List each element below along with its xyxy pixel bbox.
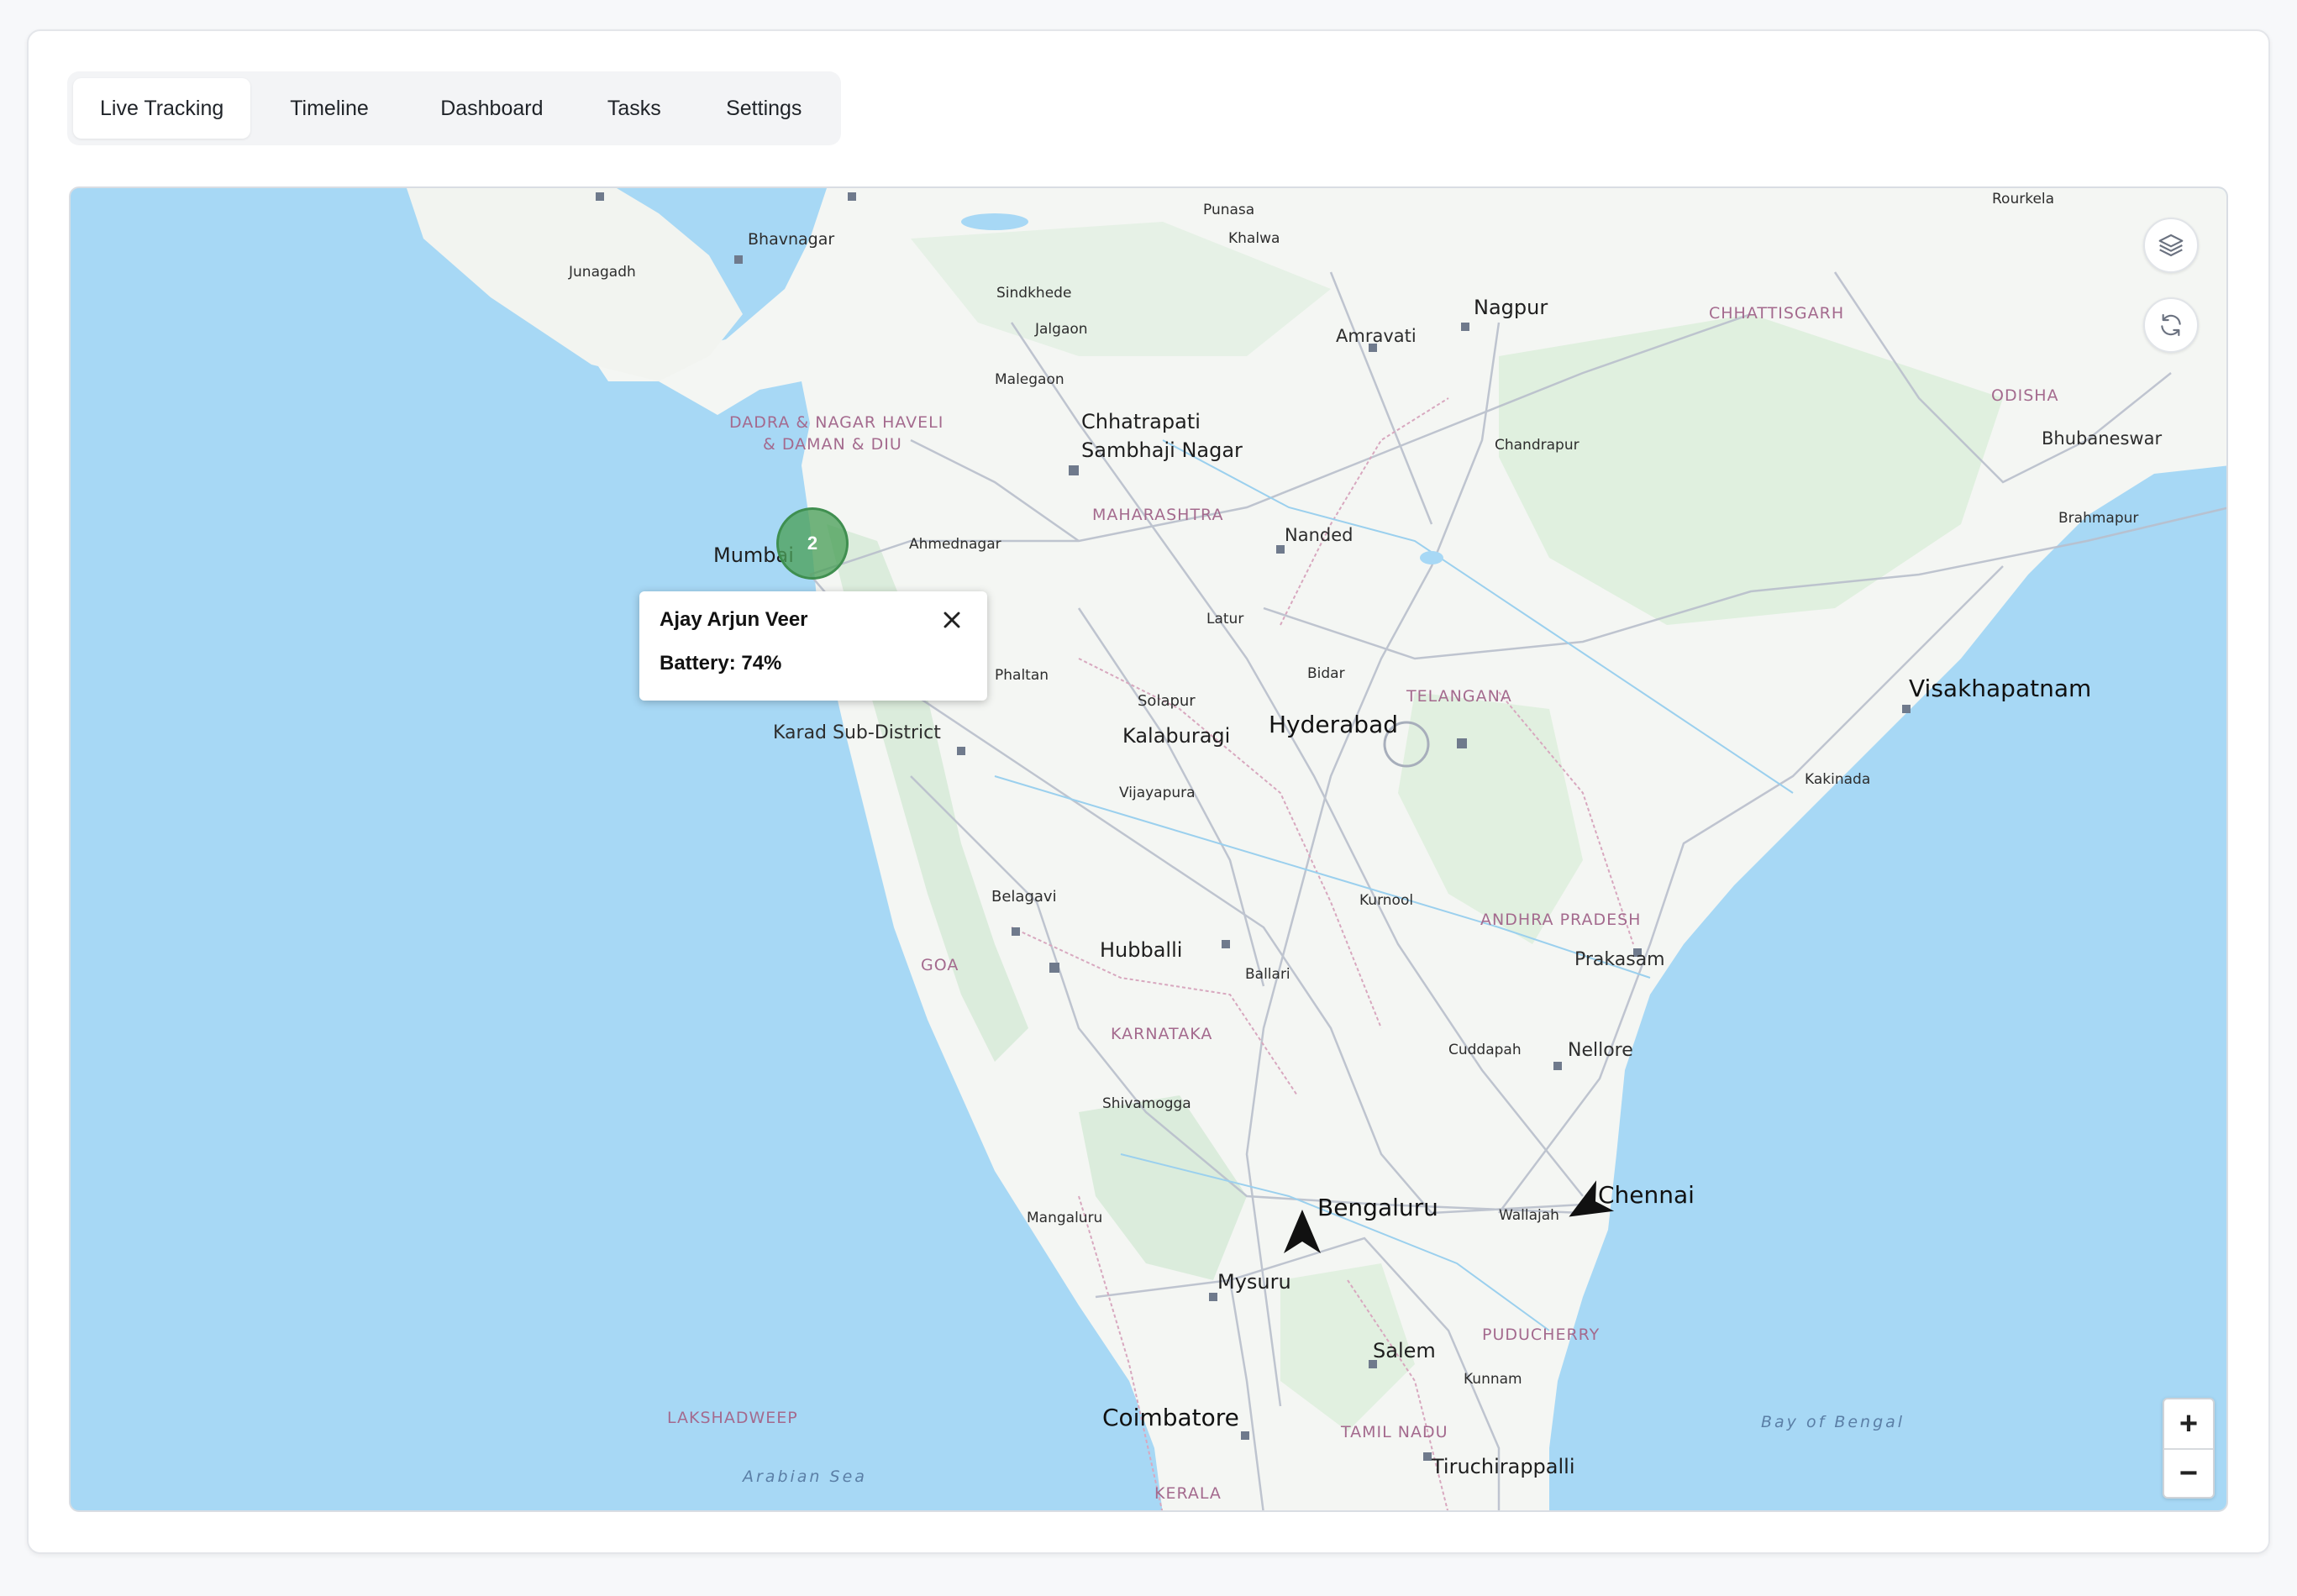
city-label: Latur	[1206, 611, 1244, 627]
city-label: Tiruchirappalli	[1432, 1455, 1575, 1478]
city-label: Visakhapatnam	[1909, 675, 2092, 702]
cluster-marker[interactable]: 2	[776, 507, 849, 580]
city-label: Ahmednagar	[909, 536, 1001, 553]
city-label: Kunnam	[1464, 1371, 1522, 1388]
city-label: Ballari	[1245, 966, 1290, 983]
city-label: Salem	[1373, 1339, 1436, 1362]
state-label: GOA	[921, 956, 959, 974]
gujarat-peninsula	[407, 188, 743, 381]
navigation-arrow-icon[interactable]	[1282, 1208, 1322, 1255]
city-label: Wallajah	[1499, 1207, 1559, 1224]
city-label: Prakasam	[1574, 949, 1665, 970]
city-label: Punasa	[1203, 202, 1255, 218]
zoom-out-button[interactable]: −	[2164, 1448, 2213, 1497]
map-basemap	[407, 188, 2226, 1510]
close-icon[interactable]	[938, 606, 965, 633]
city-label: Nagpur	[1474, 296, 1548, 319]
city-label: Coimbatore	[1102, 1404, 1239, 1431]
city-label: Rourkela	[1992, 191, 2055, 207]
city-label: Vijayapura	[1119, 785, 1196, 801]
city-label: Hyderabad	[1269, 711, 1398, 738]
state-label: TELANGANA	[1406, 687, 1512, 706]
popup-battery: Battery: 74%	[660, 652, 782, 675]
city-label: Hubballi	[1100, 938, 1183, 962]
tab-dashboard[interactable]: Dashboard	[408, 78, 576, 139]
city-label: Bhubaneswar	[2042, 428, 2163, 449]
city-label: Mangaluru	[1027, 1210, 1103, 1226]
tab-settings[interactable]: Settings	[693, 78, 835, 139]
lake	[961, 213, 1028, 230]
city-label: Shivamogga	[1102, 1095, 1191, 1112]
city-label: Karad Sub-District	[773, 722, 941, 743]
city-label: Khalwa	[1228, 230, 1280, 247]
employee-popup: Ajay Arjun Veer Battery: 74%	[639, 591, 987, 701]
city-label: Nellore	[1568, 1040, 1633, 1061]
city-label: Sindkhede	[996, 285, 1072, 302]
tab-tasks[interactable]: Tasks	[576, 78, 693, 139]
city-label: Solapur	[1138, 692, 1196, 710]
state-label: PUDUCHERRY	[1482, 1326, 1601, 1344]
state-label: ANDHRA PRADESH	[1480, 911, 1642, 929]
city-label: Amravati	[1336, 326, 1417, 346]
city-label: Cuddapah	[1448, 1042, 1522, 1058]
state-label: KARNATAKA	[1111, 1025, 1213, 1043]
city-label: Sambhaji Nagar	[1081, 438, 1243, 462]
city-label: Kakinada	[1805, 771, 1871, 788]
state-label: ODISHA	[1991, 386, 2059, 405]
refresh-button[interactable]	[2143, 297, 2199, 353]
lake	[1420, 551, 1443, 564]
state-label: MAHARASHTRA	[1092, 506, 1224, 524]
state-label: LAKSHADWEEP	[667, 1409, 798, 1427]
city-label: Bengaluru	[1317, 1194, 1438, 1221]
state-label: CHHATTISGARH	[1709, 304, 1845, 323]
layers-icon	[2158, 234, 2184, 257]
tab-timeline[interactable]: Timeline	[250, 78, 407, 139]
layers-button[interactable]	[2143, 218, 2199, 273]
city-label: Chennai	[1598, 1181, 1695, 1209]
city-label: Kurnool	[1359, 892, 1414, 909]
popup-employee-name: Ajay Arjun Veer	[660, 608, 808, 631]
city-label: Phaltan	[995, 667, 1049, 684]
city-label: Chhatrapati	[1081, 410, 1201, 433]
city-label: Chandrapur	[1495, 437, 1580, 454]
state-label: & DAMAN & DIU	[763, 435, 902, 454]
city-label: Jalgaon	[1035, 321, 1088, 338]
city-label: Junagadh	[569, 264, 636, 281]
zoom-control: + −	[2163, 1398, 2215, 1499]
city-label: Bidar	[1307, 665, 1345, 682]
sea-label: Bay of Bengal	[1761, 1413, 1905, 1431]
city-label: Mysuru	[1217, 1270, 1291, 1294]
map-canvas[interactable]: Bhavnagar Junagadh Punasa Khalwa Sindkhe…	[69, 186, 2228, 1512]
state-label: KERALA	[1154, 1484, 1222, 1503]
tab-bar: Live Tracking Timeline Dashboard Tasks S…	[67, 71, 841, 145]
tab-live-tracking[interactable]: Live Tracking	[73, 78, 251, 139]
city-label: Nanded	[1285, 525, 1353, 545]
sea-label: Arabian Sea	[743, 1467, 867, 1486]
city-label: Bhavnagar	[748, 230, 835, 249]
refresh-icon	[2161, 313, 2181, 337]
city-label: Belagavi	[991, 888, 1057, 906]
city-label: Brahmapur	[2058, 510, 2139, 527]
state-label: DADRA & NAGAR HAVELI	[729, 413, 944, 432]
state-label: TAMIL NADU	[1341, 1423, 1448, 1441]
zoom-in-button[interactable]: +	[2164, 1399, 2213, 1448]
city-label: Kalaburagi	[1122, 724, 1231, 748]
city-label: Malegaon	[995, 371, 1064, 388]
